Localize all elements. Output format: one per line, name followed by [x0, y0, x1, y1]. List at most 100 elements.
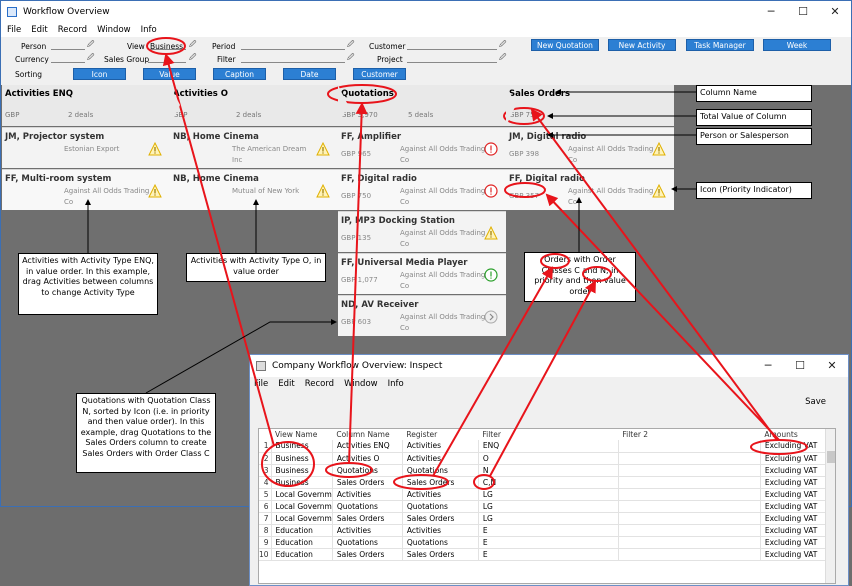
table-cell[interactable]: Activities: [402, 440, 479, 453]
table-cell[interactable]: Business: [271, 452, 333, 465]
menu-record[interactable]: Record: [58, 23, 87, 37]
paste-icon[interactable]: 🖉: [499, 53, 506, 64]
table-cell[interactable]: Sales Orders: [332, 476, 403, 489]
customer-field[interactable]: [407, 40, 497, 50]
table-row[interactable]: 8 Education Activities Activities E Excluding…: [259, 524, 833, 537]
menu-info[interactable]: Info: [388, 377, 404, 391]
table-cell[interactable]: Activities O: [332, 452, 403, 465]
paste-icon[interactable]: 🖉: [347, 40, 354, 51]
table-cell[interactable]: Quotations: [332, 500, 403, 513]
workflow-card[interactable]: JM, Digital radio GBP 398 Against All Odds…: [506, 127, 674, 168]
table-cell[interactable]: Sales Orders: [402, 548, 479, 561]
workflow-card[interactable]: FF, Multi-room system Against All Odds Tr…: [2, 169, 170, 210]
table-cell[interactable]: Sales Orders: [402, 512, 479, 525]
table-cell[interactable]: Business: [271, 476, 333, 489]
workflow-card[interactable]: NB, Home Cinema Mutual of New York: [170, 169, 338, 210]
table-cell[interactable]: ENQ: [478, 440, 619, 453]
menu-window[interactable]: Window: [97, 23, 131, 37]
sort-customer-button[interactable]: Customer: [353, 68, 406, 80]
table-cell[interactable]: Activities ENQ: [332, 440, 403, 453]
column-header[interactable]: Filter: [478, 429, 618, 440]
paste-icon[interactable]: 🖉: [189, 53, 196, 64]
table-cell[interactable]: Sales Orders: [332, 548, 403, 561]
table-cell[interactable]: Excluding VAT: [760, 476, 833, 489]
paste-icon[interactable]: 🖉: [347, 53, 354, 64]
table-cell[interactable]: Excluding VAT: [760, 548, 833, 561]
table-cell[interactable]: Activities: [402, 488, 479, 501]
table-row[interactable]: 9 Education Quotations Quotations E Excluding…: [259, 536, 833, 549]
table-cell[interactable]: [618, 512, 761, 525]
table-cell[interactable]: N: [478, 464, 619, 477]
table-cell[interactable]: LG: [478, 500, 619, 513]
workflow-card[interactable]: NB, Home Cinema The American Dream Inc: [170, 127, 338, 168]
table-cell[interactable]: Quotations: [402, 536, 479, 549]
table-cell[interactable]: Excluding VAT: [760, 524, 833, 537]
paste-icon[interactable]: 🖉: [87, 53, 94, 64]
vertical-scrollbar[interactable]: [825, 429, 835, 583]
close-icon[interactable]: ✕: [819, 1, 851, 23]
table-cell[interactable]: Local Governm: [271, 500, 333, 513]
table-row[interactable]: 7 Local Governm Sales Orders Sales Orders LG…: [259, 512, 833, 525]
table-cell[interactable]: [618, 476, 761, 489]
workflow-card[interactable]: FF, Digital radio GBP 750 Against All Odds…: [338, 169, 506, 210]
sort-date-button[interactable]: Date: [283, 68, 336, 80]
column-header[interactable]: View Name: [271, 429, 332, 440]
workflow-card[interactable]: ND, AV Receiver GBP 603 Against All Odds T…: [338, 295, 506, 336]
table-cell[interactable]: Business: [271, 464, 333, 477]
period-field[interactable]: [241, 40, 345, 50]
table-cell[interactable]: [618, 440, 761, 453]
table-cell[interactable]: Education: [271, 548, 333, 561]
workflow-card[interactable]: JM, Projector system Estonian Export: [2, 127, 170, 168]
table-cell[interactable]: C,N: [478, 476, 619, 489]
task-manager-button[interactable]: Task Manager: [686, 39, 754, 51]
table-cell[interactable]: [618, 548, 761, 561]
table-cell[interactable]: Business: [271, 440, 333, 453]
maximize-icon[interactable]: ☐: [784, 355, 816, 377]
table-row[interactable]: 2 Business Activities O Activities O Excludin…: [259, 452, 833, 465]
table-cell[interactable]: O: [478, 452, 619, 465]
project-field[interactable]: [407, 53, 497, 63]
column-header[interactable]: Register: [402, 429, 478, 440]
table-cell[interactable]: Excluding VAT: [760, 536, 833, 549]
table-cell[interactable]: Education: [271, 524, 333, 537]
table-cell[interactable]: Excluding VAT: [760, 440, 833, 453]
table-cell[interactable]: [618, 524, 761, 537]
minimize-icon[interactable]: ─: [752, 355, 784, 377]
new-quotation-button[interactable]: New Quotation: [531, 39, 599, 51]
filter-field[interactable]: [241, 53, 345, 63]
table-cell[interactable]: Excluding VAT: [760, 464, 833, 477]
table-cell[interactable]: Quotations: [332, 536, 403, 549]
table-cell[interactable]: Quotations: [402, 464, 479, 477]
save-button[interactable]: Save: [805, 397, 826, 407]
close-icon[interactable]: ✕: [816, 355, 848, 377]
table-row[interactable]: 3 Business Quotations Quotations N Excluding …: [259, 464, 833, 477]
menu-info[interactable]: Info: [141, 23, 157, 37]
sort-icon-button[interactable]: Icon: [73, 68, 126, 80]
sales-group-field[interactable]: [148, 53, 186, 63]
menu-file[interactable]: File: [7, 23, 21, 37]
menu-edit[interactable]: Edit: [278, 377, 294, 391]
minimize-icon[interactable]: ─: [755, 1, 787, 23]
table-cell[interactable]: Education: [271, 536, 333, 549]
table-cell[interactable]: E: [478, 524, 619, 537]
workflow-card[interactable]: FF, Digital radio GBP 357 Against All Odds…: [506, 169, 674, 210]
table-cell[interactable]: [618, 500, 761, 513]
maximize-icon[interactable]: ☐: [787, 1, 819, 23]
column-header[interactable]: Filter 2: [618, 429, 760, 440]
column-header[interactable]: Column Name: [332, 429, 402, 440]
table-cell[interactable]: Excluding VAT: [760, 452, 833, 465]
paste-icon[interactable]: 🖉: [87, 40, 94, 51]
currency-field[interactable]: [51, 53, 85, 63]
column-header[interactable]: [259, 429, 271, 440]
table-cell[interactable]: Local Governm: [271, 512, 333, 525]
table-cell[interactable]: LG: [478, 512, 619, 525]
table-cell[interactable]: Excluding VAT: [760, 500, 833, 513]
paste-icon[interactable]: 🖉: [499, 40, 506, 51]
table-cell[interactable]: [618, 452, 761, 465]
table-row[interactable]: 6 Local Governm Quotations Quotations LG Excl…: [259, 500, 833, 513]
table-cell[interactable]: Sales Orders: [402, 476, 479, 489]
person-field[interactable]: [51, 40, 85, 50]
table-cell[interactable]: E: [478, 548, 619, 561]
table-cell[interactable]: Activities: [332, 488, 403, 501]
table-cell[interactable]: Quotations: [332, 464, 403, 477]
